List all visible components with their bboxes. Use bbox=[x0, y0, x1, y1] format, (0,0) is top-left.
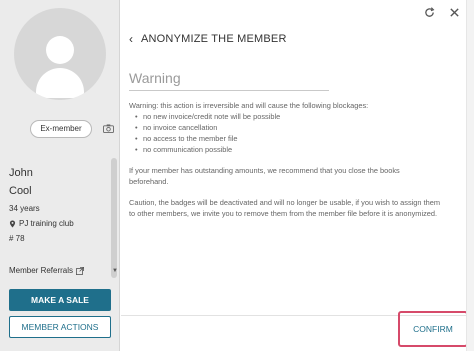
member-club: PJ training club bbox=[9, 219, 114, 228]
location-pin-icon bbox=[9, 219, 16, 228]
panel-toolbar bbox=[424, 7, 460, 18]
member-last-name: Cool bbox=[9, 185, 32, 197]
warning-content: Warning: this action is irreversible and… bbox=[129, 100, 441, 229]
confirm-highlight: CONFIRM bbox=[398, 311, 468, 347]
member-club-name: PJ training club bbox=[19, 219, 74, 228]
external-link-icon bbox=[76, 266, 85, 275]
warning-heading: Warning bbox=[129, 70, 329, 91]
member-info: John Cool 34 years PJ training club # 78 bbox=[9, 166, 114, 243]
member-referrals-link[interactable]: Member Referrals bbox=[9, 266, 85, 275]
badges-caution-note: Caution, the badges will be deactivated … bbox=[129, 198, 441, 218]
member-first-name: John bbox=[9, 167, 33, 179]
scroll-down-arrow-icon[interactable]: ▼ bbox=[112, 268, 118, 274]
outstanding-amounts-note: If your member has outstanding amounts, … bbox=[129, 166, 400, 186]
member-number: # 78 bbox=[9, 234, 25, 243]
confirm-button[interactable]: CONFIRM bbox=[406, 320, 460, 338]
make-a-sale-button[interactable]: MAKE A SALE bbox=[9, 289, 111, 311]
anonymize-panel: ‹ ANONYMIZE THE MEMBER Warning Warning: … bbox=[121, 0, 474, 351]
blockage-item: no communication possible bbox=[143, 144, 441, 155]
page-title: ANONYMIZE THE MEMBER bbox=[141, 33, 287, 45]
warning-intro: Warning: this action is irreversible and… bbox=[129, 101, 369, 110]
blockage-item: no invoice cancellation bbox=[143, 122, 441, 133]
avatar-placeholder-head bbox=[46, 36, 74, 64]
member-actions-button[interactable]: MEMBER ACTIONS bbox=[9, 316, 111, 338]
blockage-list: no new invoice/credit note will be possi… bbox=[129, 111, 441, 155]
sidebar-scrollbar[interactable] bbox=[111, 158, 117, 278]
camera-icon[interactable] bbox=[103, 124, 114, 133]
avatar[interactable] bbox=[14, 8, 106, 100]
avatar-placeholder-body bbox=[36, 68, 84, 98]
blockage-item: no new invoice/credit note will be possi… bbox=[143, 111, 441, 122]
status-badge: Ex-member bbox=[30, 120, 92, 138]
avatar-area bbox=[14, 8, 106, 124]
member-age: 34 years bbox=[9, 204, 40, 213]
panel-header: ‹ ANONYMIZE THE MEMBER bbox=[129, 32, 287, 46]
member-sidebar: Ex-member John Cool 34 years PJ training… bbox=[0, 0, 120, 351]
refresh-icon[interactable] bbox=[424, 7, 435, 18]
member-referrals-label: Member Referrals bbox=[9, 266, 74, 275]
panel-scrollbar[interactable] bbox=[466, 0, 474, 351]
close-icon[interactable] bbox=[449, 7, 460, 18]
blockage-item: no access to the member file bbox=[143, 133, 441, 144]
back-chevron-icon[interactable]: ‹ bbox=[129, 32, 133, 46]
